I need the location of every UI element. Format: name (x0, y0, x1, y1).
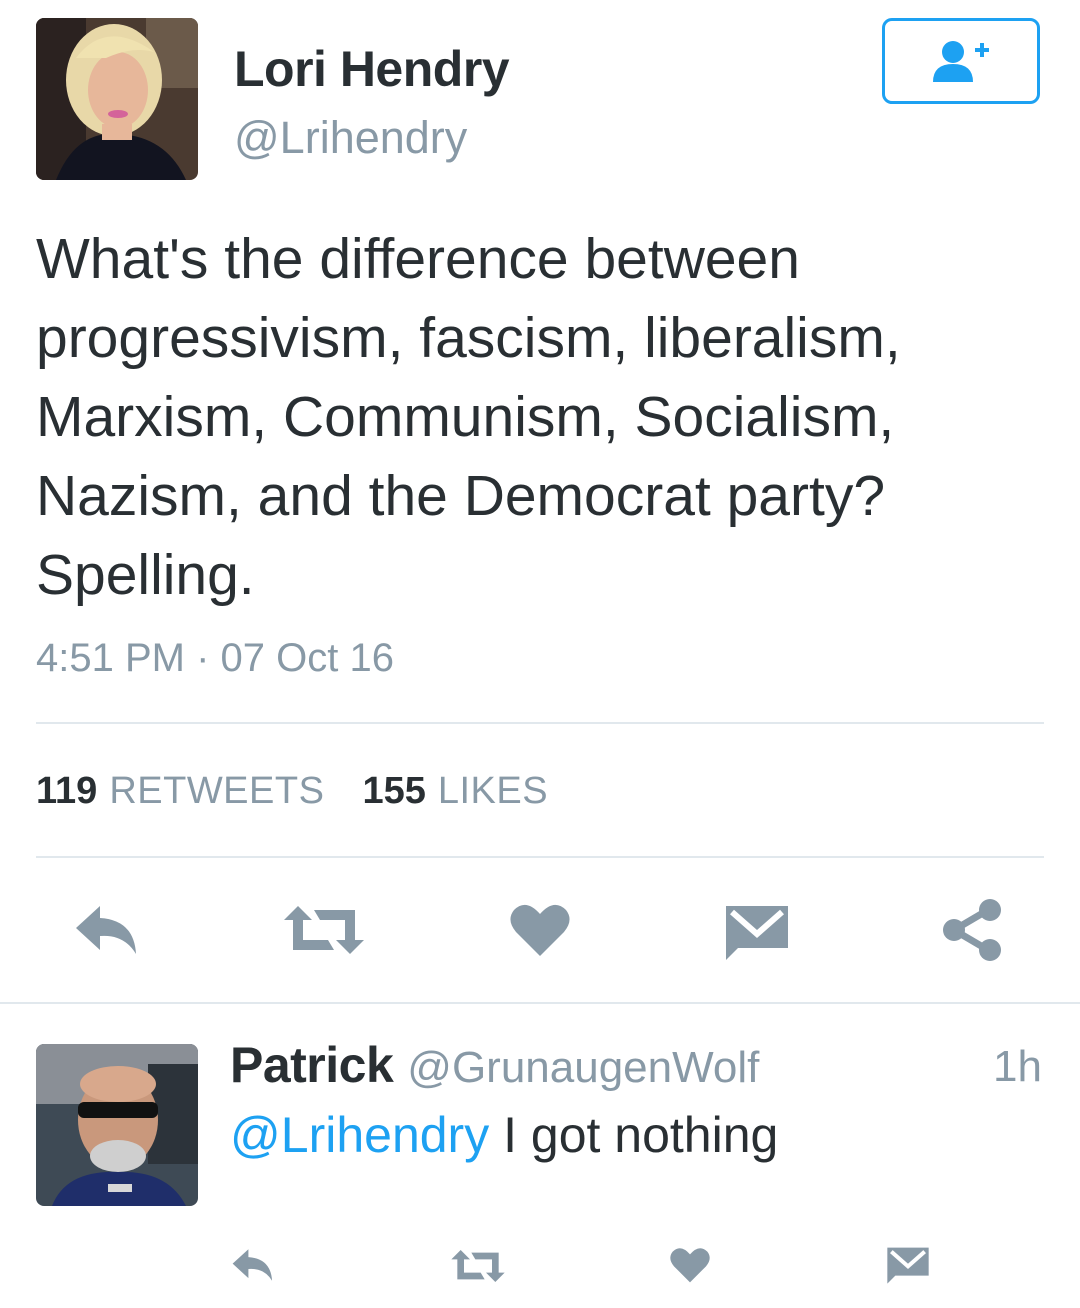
reply-button[interactable] (72, 902, 142, 963)
tweet-text: What's the difference between progressiv… (36, 220, 1046, 615)
retweet-label[interactable]: RETWEETS (109, 770, 324, 813)
heart-icon (510, 904, 570, 956)
tweet-text-line: Nazism, and the Democrat party? (36, 464, 886, 528)
reply-retweet-button[interactable] (450, 1248, 506, 1289)
tweet-text-line: What's the difference between (36, 227, 800, 291)
reply-text: @Lrihendry I got nothing (230, 1106, 778, 1164)
direct-message-icon (726, 906, 788, 960)
heart-icon (670, 1248, 710, 1283)
tweet-stats: 119 RETWEETS 155 LIKES (36, 770, 586, 813)
reply-mention-link[interactable]: @Lrihendry (230, 1107, 489, 1163)
reply-timestamp: 1h (993, 1042, 1042, 1091)
share-button[interactable] (940, 898, 1004, 967)
divider (36, 856, 1044, 858)
retweet-icon (284, 906, 364, 954)
reply-like-button[interactable] (670, 1246, 710, 1289)
tweet-timestamp: 4:51 PM · 07 Oct 16 (36, 636, 394, 680)
retweet-count[interactable]: 119 (36, 770, 97, 813)
tweet-text-line: progressivism, fascism, liberalism, (36, 306, 901, 370)
reply-author-handle[interactable]: @GrunaugenWolf (407, 1043, 759, 1093)
reply-icon (232, 1249, 273, 1281)
retweet-icon (451, 1250, 505, 1282)
author-avatar[interactable] (36, 18, 198, 180)
direct-message-button[interactable] (724, 904, 790, 965)
reply-author-avatar[interactable] (36, 1044, 198, 1206)
avatar-photo (36, 18, 198, 180)
tweet-text-line: Marxism, Communism, Socialism, (36, 385, 895, 449)
reply-icon (76, 906, 136, 954)
divider (0, 1002, 1080, 1004)
author-handle[interactable]: @Lrihendry (234, 112, 467, 164)
share-icon (943, 899, 1001, 961)
reply-reply-button[interactable] (230, 1246, 276, 1289)
avatar-photo (36, 1044, 198, 1206)
like-count[interactable]: 155 (362, 770, 425, 813)
direct-message-icon (887, 1247, 929, 1284)
reply-body: I got nothing (489, 1107, 779, 1163)
reply-author-name[interactable]: Patrick (230, 1036, 394, 1094)
retweet-button[interactable] (282, 904, 366, 961)
reply-direct-message-button[interactable] (886, 1246, 930, 1289)
tweet-text-line: Spelling. (36, 543, 255, 607)
like-button[interactable] (510, 902, 570, 963)
divider (36, 722, 1044, 724)
follow-button[interactable] (882, 18, 1040, 104)
author-name[interactable]: Lori Hendry (234, 40, 510, 98)
like-label[interactable]: LIKES (438, 770, 548, 813)
reply-header: Patrick @GrunaugenWolf (230, 1036, 759, 1094)
add-user-icon (933, 41, 989, 82)
